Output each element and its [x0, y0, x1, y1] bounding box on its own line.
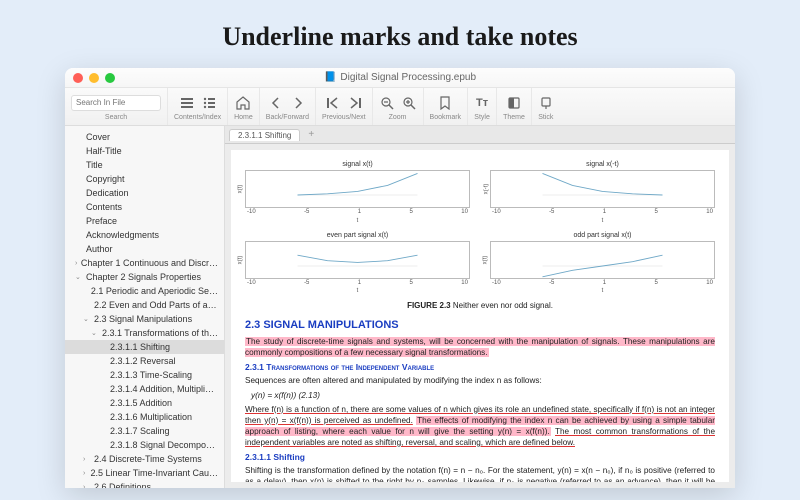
- toc-item[interactable]: ›Chapter 1 Continuous and Discr…: [65, 256, 224, 270]
- seq-line: Sequences are often altered and manipula…: [245, 375, 715, 386]
- titlebar: 📘 Digital Signal Processing.epub: [65, 68, 735, 88]
- toolbar-nav-label: Back/Forward: [266, 114, 309, 121]
- theme-icon[interactable]: [506, 95, 522, 111]
- toc-item[interactable]: 2.3.1.2 Reversal: [65, 354, 224, 368]
- toolbar-prevnext: Previous/Next: [316, 88, 373, 125]
- toolbar-bookmark-label: Bookmark: [430, 114, 462, 121]
- toolbar-contents-label: Contents/Index: [174, 114, 221, 121]
- shifting-heading: 2.3.1.1 Shifting: [245, 452, 715, 463]
- figure-charts: signal x(t)x(t)-10-51510t signal x(-t)x(-…: [245, 160, 715, 295]
- stick-icon[interactable]: [538, 95, 554, 111]
- toc-item[interactable]: 2.3.1.8 Signal Decompo…: [65, 438, 224, 452]
- toc-item[interactable]: Contents: [65, 200, 224, 214]
- toc-item[interactable]: ›2.6 Definitions: [65, 480, 224, 488]
- para-2: Where f(n) is a function of n, there are…: [245, 404, 715, 448]
- toc-item[interactable]: 2.1 Periodic and Aperiodic Se…: [65, 284, 224, 298]
- toolbar-home: Home: [228, 88, 260, 125]
- toc-item[interactable]: Author: [65, 242, 224, 256]
- back-icon[interactable]: [268, 95, 284, 111]
- toc-item[interactable]: Acknowledgments: [65, 228, 224, 242]
- subsection-heading: 2.3.1 Transformations of the Independent…: [245, 362, 715, 373]
- content-area: 2.3.1.1 Shifting + signal x(t)x(t)-10-51…: [225, 126, 735, 488]
- forward-icon[interactable]: [290, 95, 306, 111]
- tab-add-button[interactable]: +: [304, 129, 318, 140]
- toc-item[interactable]: ›2.4 Discrete-Time Systems: [65, 452, 224, 466]
- next-icon[interactable]: [347, 95, 363, 111]
- zoom-out-icon[interactable]: [379, 95, 395, 111]
- toolbar-stick: Stick: [532, 88, 560, 125]
- toolbar-zoom: Zoom: [373, 88, 424, 125]
- toolbar-search-label: Search: [105, 114, 127, 121]
- style-icon[interactable]: Tт: [474, 95, 490, 111]
- toc-item[interactable]: Cover: [65, 130, 224, 144]
- toc-item[interactable]: Half-Title: [65, 144, 224, 158]
- toolbar-stick-label: Stick: [538, 114, 553, 121]
- minimize-button[interactable]: [89, 73, 99, 83]
- toc-item[interactable]: 2.3.1.6 Multiplication: [65, 410, 224, 424]
- bookmark-icon[interactable]: [437, 95, 453, 111]
- toc-item[interactable]: 2.3.1.1 Shifting: [65, 340, 224, 354]
- window-title: 📘 Digital Signal Processing.epub: [324, 72, 476, 83]
- tab-bar: 2.3.1.1 Shifting +: [225, 126, 735, 144]
- toolbar: Search Contents/Index Home Back/Forward: [65, 88, 735, 126]
- zoom-in-icon[interactable]: [401, 95, 417, 111]
- toc-item[interactable]: Title: [65, 158, 224, 172]
- toc-item[interactable]: 2.2 Even and Odd Parts of a…: [65, 298, 224, 312]
- toolbar-home-label: Home: [234, 114, 253, 121]
- tab-active[interactable]: 2.3.1.1 Shifting: [229, 129, 300, 141]
- section-heading: 2.3 SIGNAL MANIPULATIONS: [245, 318, 715, 333]
- toc-item[interactable]: 2.3.1.3 Time-Scaling: [65, 368, 224, 382]
- toc-item[interactable]: Preface: [65, 214, 224, 228]
- index-icon[interactable]: [201, 95, 217, 111]
- toc-item[interactable]: ⌄2.3 Signal Manipulations: [65, 312, 224, 326]
- toolbar-zoom-label: Zoom: [389, 114, 407, 121]
- toolbar-bookmark: Bookmark: [424, 88, 469, 125]
- marketing-headline: Underline marks and take notes: [0, 0, 800, 68]
- chart: signal x(t)x(t)-10-51510t: [245, 160, 470, 225]
- toolbar-theme: Theme: [497, 88, 532, 125]
- toc-item[interactable]: ⌄Chapter 2 Signals Properties: [65, 270, 224, 284]
- app-window: 📘 Digital Signal Processing.epub Search …: [65, 68, 735, 488]
- search-input[interactable]: [71, 95, 161, 111]
- toolbar-backforward: Back/Forward: [260, 88, 316, 125]
- prev-icon[interactable]: [325, 95, 341, 111]
- toolbar-style: Tт Style: [468, 88, 497, 125]
- chart: odd part signal x(t)x(t)-10-51510t: [490, 231, 715, 296]
- home-icon[interactable]: [235, 95, 251, 111]
- toolbar-style-label: Style: [474, 114, 490, 121]
- toc-item[interactable]: 2.3.1.5 Addition: [65, 396, 224, 410]
- intro-para: The study of discrete-time signals and s…: [245, 336, 715, 358]
- toolbar-contents: Contents/Index: [168, 88, 228, 125]
- app-body: CoverHalf-TitleTitleCopyrightDedicationC…: [65, 126, 735, 488]
- equation: y(n) = x(f(n)) (2.13): [251, 390, 715, 401]
- figure-caption: FIGURE 2.3 Neither even nor odd signal.: [245, 301, 715, 312]
- zoom-button[interactable]: [105, 73, 115, 83]
- chart: signal x(-t)x(-t)-10-51510t: [490, 160, 715, 225]
- chart: even part signal x(t)x(t)-10-51510t: [245, 231, 470, 296]
- document-page[interactable]: signal x(t)x(t)-10-51510t signal x(-t)x(-…: [231, 150, 729, 482]
- book-icon: 📘: [324, 72, 336, 83]
- toc-item[interactable]: ›2.5 Linear Time-Invariant Cau…: [65, 466, 224, 480]
- toolbar-search: Search: [65, 88, 168, 125]
- toolbar-theme-label: Theme: [503, 114, 525, 121]
- window-title-text: Digital Signal Processing.epub: [340, 72, 476, 83]
- shifting-para: Shifting is the transformation defined b…: [245, 465, 715, 482]
- contents-icon[interactable]: [179, 95, 195, 111]
- toc-item[interactable]: 2.3.1.7 Scaling: [65, 424, 224, 438]
- window-controls: [73, 73, 115, 83]
- toc-item[interactable]: 2.3.1.4 Addition, Multipli…: [65, 382, 224, 396]
- toc-item[interactable]: Dedication: [65, 186, 224, 200]
- toc-item[interactable]: Copyright: [65, 172, 224, 186]
- toolbar-prevnext-label: Previous/Next: [322, 114, 366, 121]
- toc-sidebar[interactable]: CoverHalf-TitleTitleCopyrightDedicationC…: [65, 126, 225, 488]
- toc-item[interactable]: ⌄2.3.1 Transformations of th…: [65, 326, 224, 340]
- close-button[interactable]: [73, 73, 83, 83]
